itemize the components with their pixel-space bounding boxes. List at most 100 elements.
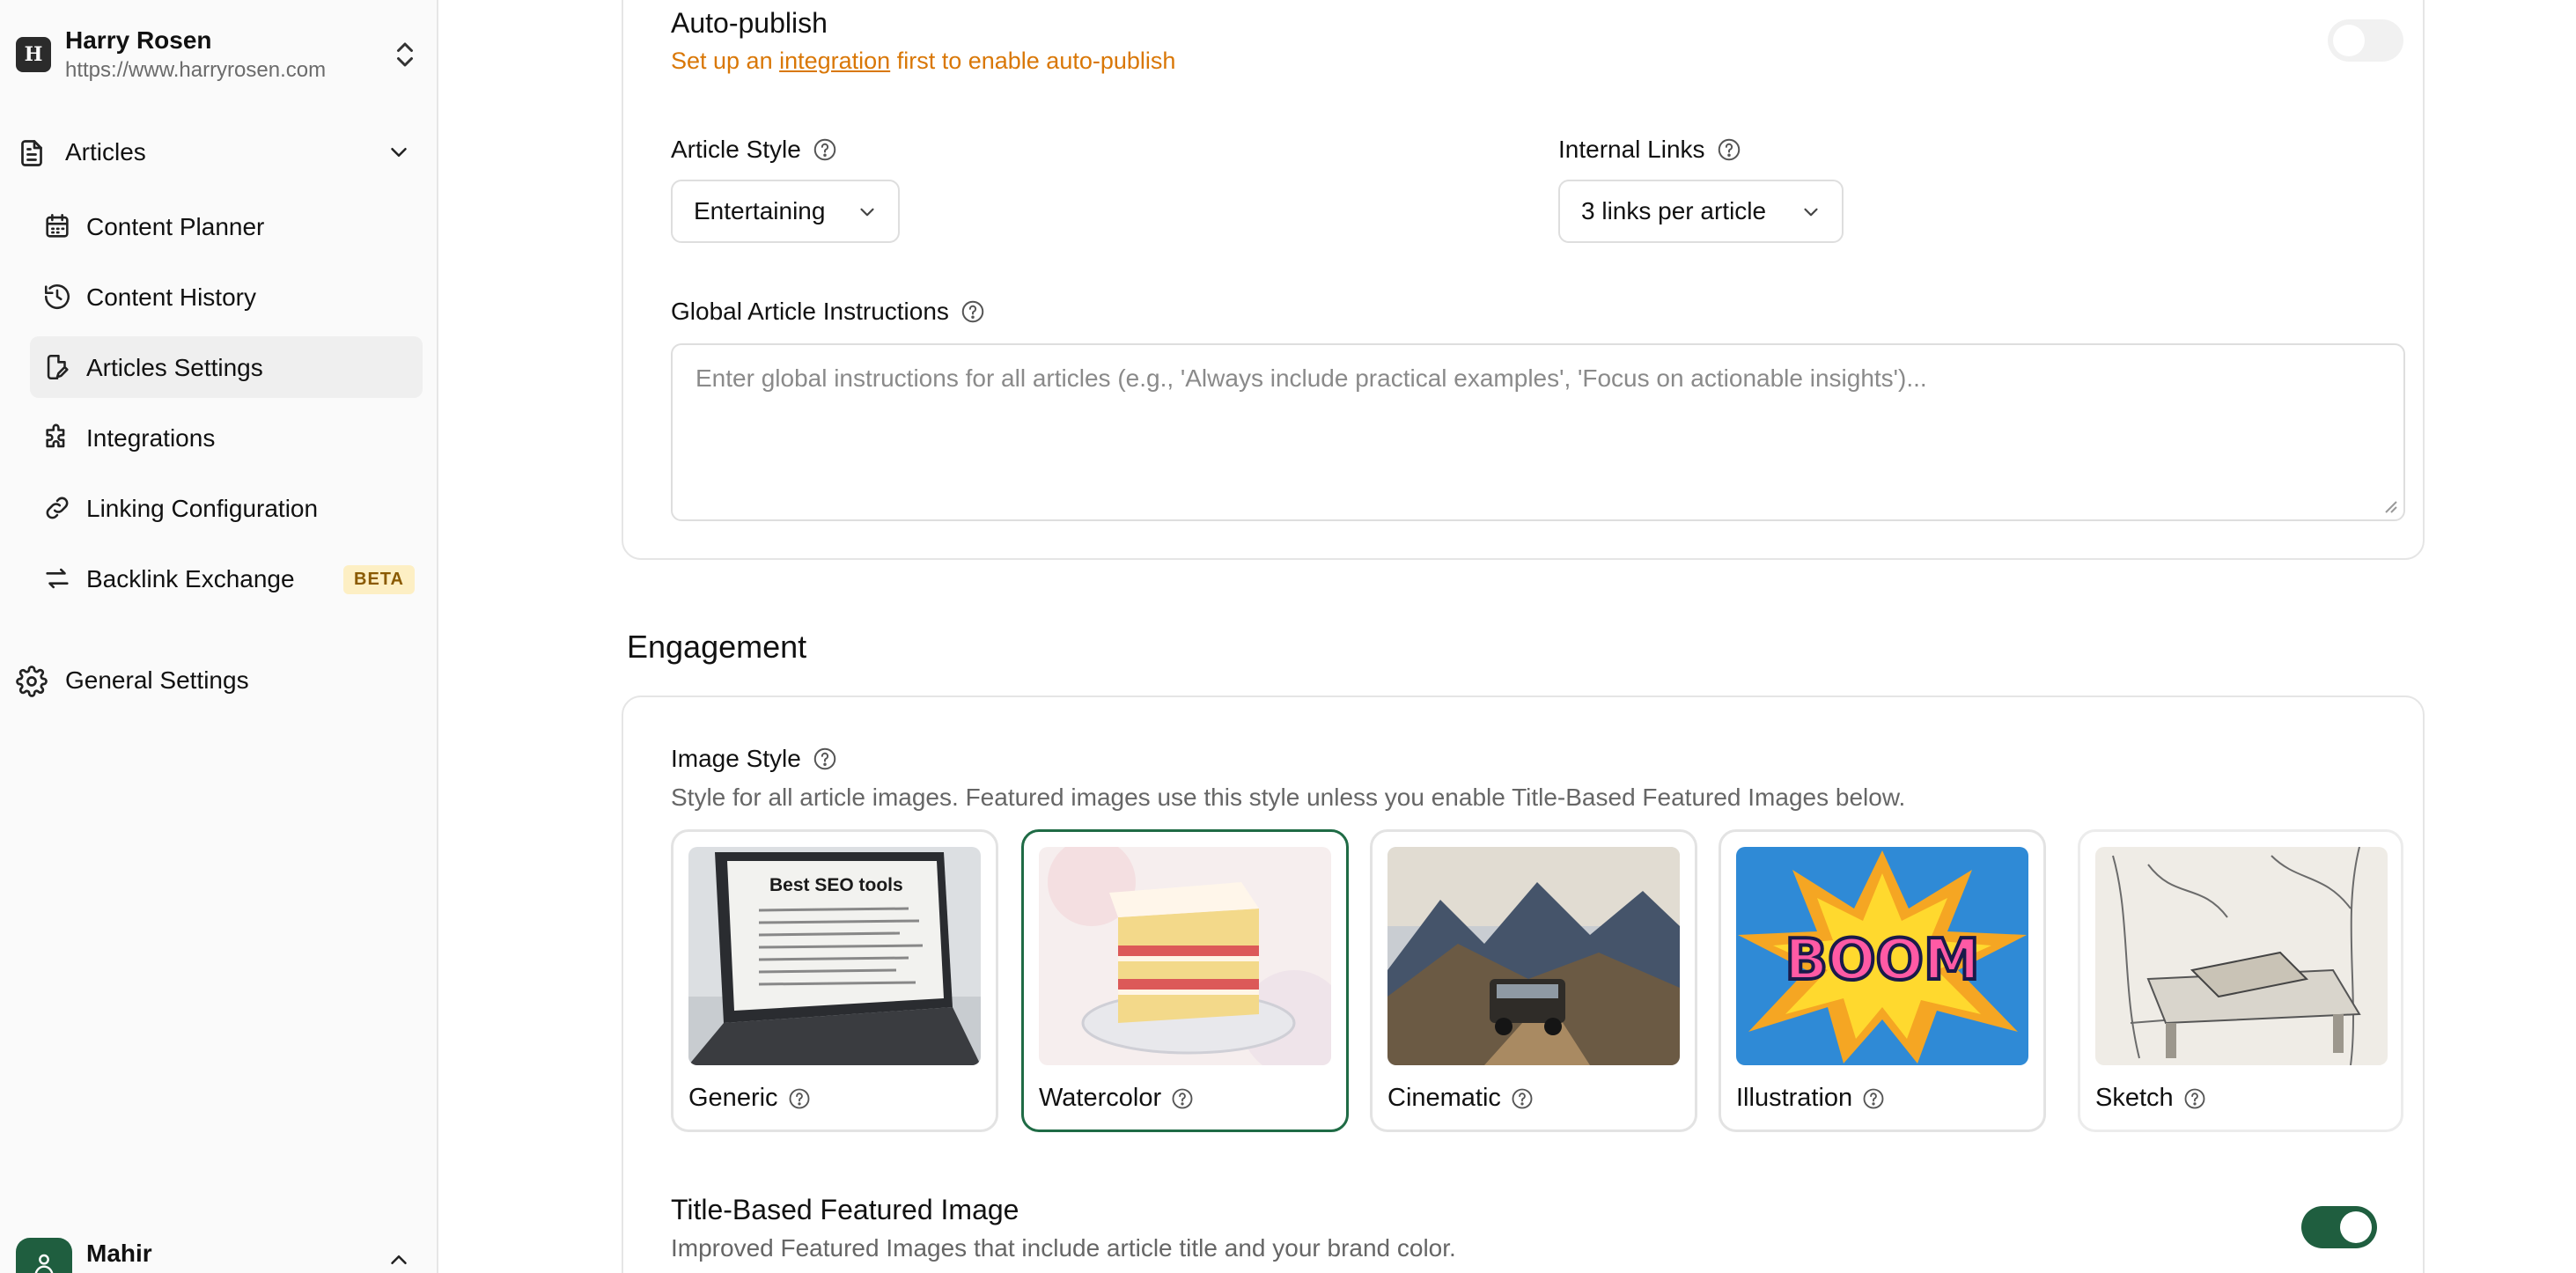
beta-badge: BETA bbox=[343, 565, 415, 594]
cinematic-thumbnail bbox=[1387, 847, 1680, 1065]
style-name-text: Watercolor bbox=[1039, 1084, 1162, 1112]
sidebar: H Harry Rosen https://www.harryrosen.com… bbox=[0, 0, 438, 1273]
nav-section-articles[interactable]: Articles bbox=[16, 125, 421, 180]
help-circle-icon[interactable] bbox=[1510, 1086, 1535, 1111]
help-circle-icon[interactable] bbox=[812, 746, 838, 772]
toggle-knob bbox=[2340, 1211, 2372, 1243]
illustration-thumbnail: BOOM bbox=[1736, 847, 2028, 1065]
internal-links-label-text: Internal Links bbox=[1558, 136, 1705, 163]
article-style-label: Article Style bbox=[671, 136, 838, 164]
title-based-featured-description: Improved Featured Images that include ar… bbox=[671, 1234, 1456, 1262]
generic-thumbnail: Best SEO tools bbox=[688, 847, 981, 1065]
style-name: Illustration bbox=[1736, 1084, 1886, 1113]
avatar bbox=[16, 1238, 72, 1273]
workspace-switcher[interactable]: H Harry Rosen https://www.harryrosen.com bbox=[16, 25, 421, 86]
nav-section-general-settings[interactable]: General Settings bbox=[16, 653, 421, 708]
sidebar-item-label: Backlink Exchange bbox=[86, 565, 295, 592]
global-instructions-textarea[interactable]: Enter global instructions for all articl… bbox=[671, 343, 2405, 521]
image-style-label-text: Image Style bbox=[671, 745, 801, 772]
edit-document-icon bbox=[47, 354, 69, 380]
laptop-illustration: Best SEO tools bbox=[688, 847, 981, 1065]
title-based-featured-title: Title-Based Featured Image bbox=[671, 1194, 1019, 1225]
textarea-placeholder: Enter global instructions for all articl… bbox=[696, 364, 1927, 392]
engagement-title: Engagement bbox=[627, 629, 807, 665]
style-name-text: Sketch bbox=[2095, 1084, 2174, 1112]
auto-publish-title: Auto-publish bbox=[671, 7, 828, 39]
title-based-featured-toggle[interactable] bbox=[2301, 1206, 2377, 1248]
user-name: Mahir bbox=[86, 1240, 152, 1267]
history-icon bbox=[44, 284, 70, 310]
workspace-url: https://www.harryrosen.com bbox=[65, 58, 327, 82]
nav-section-label: Articles bbox=[65, 138, 146, 166]
sketch-thumbnail bbox=[2095, 847, 2388, 1065]
exchange-icon bbox=[46, 568, 69, 589]
image-style-option-generic[interactable]: Best SEO tools Generic bbox=[671, 829, 998, 1132]
sidebar-item-label: Articles Settings bbox=[86, 354, 263, 381]
resize-grip-icon[interactable] bbox=[2381, 497, 2398, 514]
integration-link[interactable]: integration bbox=[779, 48, 890, 74]
sidebar-item-label: Integrations bbox=[86, 424, 216, 452]
warning-text: Set up an bbox=[671, 48, 780, 74]
global-instructions-label-text: Global Article Instructions bbox=[671, 298, 949, 325]
gear-icon bbox=[16, 666, 48, 697]
sidebar-item-label: Content History bbox=[86, 283, 256, 311]
document-icon bbox=[21, 140, 42, 166]
watercolor-thumbnail bbox=[1039, 847, 1331, 1065]
help-circle-icon[interactable] bbox=[1861, 1086, 1886, 1111]
link-icon bbox=[46, 497, 69, 519]
article-style-value: Entertaining bbox=[694, 197, 826, 224]
help-circle-icon[interactable] bbox=[960, 298, 986, 325]
image-style-label: Image Style bbox=[671, 745, 838, 773]
chevron-down-icon bbox=[860, 208, 874, 217]
warning-text: first to enable auto-publish bbox=[890, 48, 1176, 74]
sidebar-item-label: Content Planner bbox=[86, 213, 265, 240]
sidebar-item-backlink-exchange[interactable]: Backlink Exchange BETA bbox=[30, 548, 423, 609]
internal-links-select[interactable]: 3 links per article bbox=[1558, 180, 1844, 243]
sidebar-item-integrations[interactable]: Integrations bbox=[30, 407, 423, 468]
auto-publish-toggle[interactable] bbox=[2328, 19, 2403, 62]
image-style-option-cinematic[interactable]: Cinematic bbox=[1370, 829, 1697, 1132]
internal-links-label: Internal Links bbox=[1558, 136, 1742, 164]
mountain-jeep-illustration bbox=[1387, 847, 1680, 1065]
toggle-knob bbox=[2333, 25, 2365, 56]
style-name: Sketch bbox=[2095, 1084, 2207, 1113]
image-style-description: Style for all article images. Featured i… bbox=[671, 784, 1906, 811]
user-menu[interactable]: Mahir bbox=[16, 1233, 421, 1273]
sidebar-item-content-planner[interactable]: Content Planner bbox=[30, 195, 423, 257]
style-name-text: Illustration bbox=[1736, 1084, 1853, 1112]
user-icon bbox=[34, 1254, 54, 1273]
chevron-down-icon bbox=[1804, 208, 1818, 217]
sidebar-item-linking-configuration[interactable]: Linking Configuration bbox=[30, 477, 423, 539]
image-style-option-illustration[interactable]: BOOM Illustration bbox=[1719, 829, 2046, 1132]
style-name-text: Cinematic bbox=[1387, 1084, 1501, 1112]
help-circle-icon[interactable] bbox=[2182, 1086, 2207, 1111]
nav-section-label: General Settings bbox=[65, 666, 249, 694]
workspace-logo: H bbox=[16, 37, 51, 72]
puzzle-icon bbox=[46, 423, 65, 448]
help-circle-icon[interactable] bbox=[1716, 136, 1742, 163]
chevron-up-down-icon bbox=[397, 42, 413, 67]
cake-illustration bbox=[1039, 847, 1331, 1065]
article-style-label-text: Article Style bbox=[671, 136, 801, 163]
sidebar-item-content-history[interactable]: Content History bbox=[30, 266, 423, 327]
calendar-icon bbox=[46, 213, 69, 238]
thumb-text: Best SEO tools bbox=[769, 875, 903, 895]
sidebar-item-articles-settings[interactable]: Articles Settings bbox=[30, 336, 423, 398]
chevron-down-icon bbox=[391, 148, 407, 157]
internal-links-value: 3 links per article bbox=[1581, 197, 1767, 224]
sketch-book-illustration bbox=[2095, 847, 2388, 1065]
style-name: Watercolor bbox=[1039, 1084, 1195, 1113]
thumb-text: BOOM bbox=[1785, 928, 1979, 993]
auto-publish-warning: Set up an integration first to enable au… bbox=[671, 48, 1175, 75]
global-instructions-label: Global Article Instructions bbox=[671, 298, 986, 326]
help-circle-icon[interactable] bbox=[812, 136, 838, 163]
image-style-option-watercolor[interactable]: Watercolor bbox=[1021, 829, 1349, 1132]
boom-illustration: BOOM bbox=[1736, 847, 2028, 1065]
help-circle-icon[interactable] bbox=[787, 1086, 812, 1111]
chevron-up-icon bbox=[391, 1255, 407, 1264]
style-name: Cinematic bbox=[1387, 1084, 1535, 1113]
image-style-option-sketch[interactable]: Sketch bbox=[2078, 829, 2403, 1132]
help-circle-icon[interactable] bbox=[1170, 1086, 1195, 1111]
article-style-select[interactable]: Entertaining bbox=[671, 180, 900, 243]
workspace-name: Harry Rosen bbox=[65, 26, 212, 54]
